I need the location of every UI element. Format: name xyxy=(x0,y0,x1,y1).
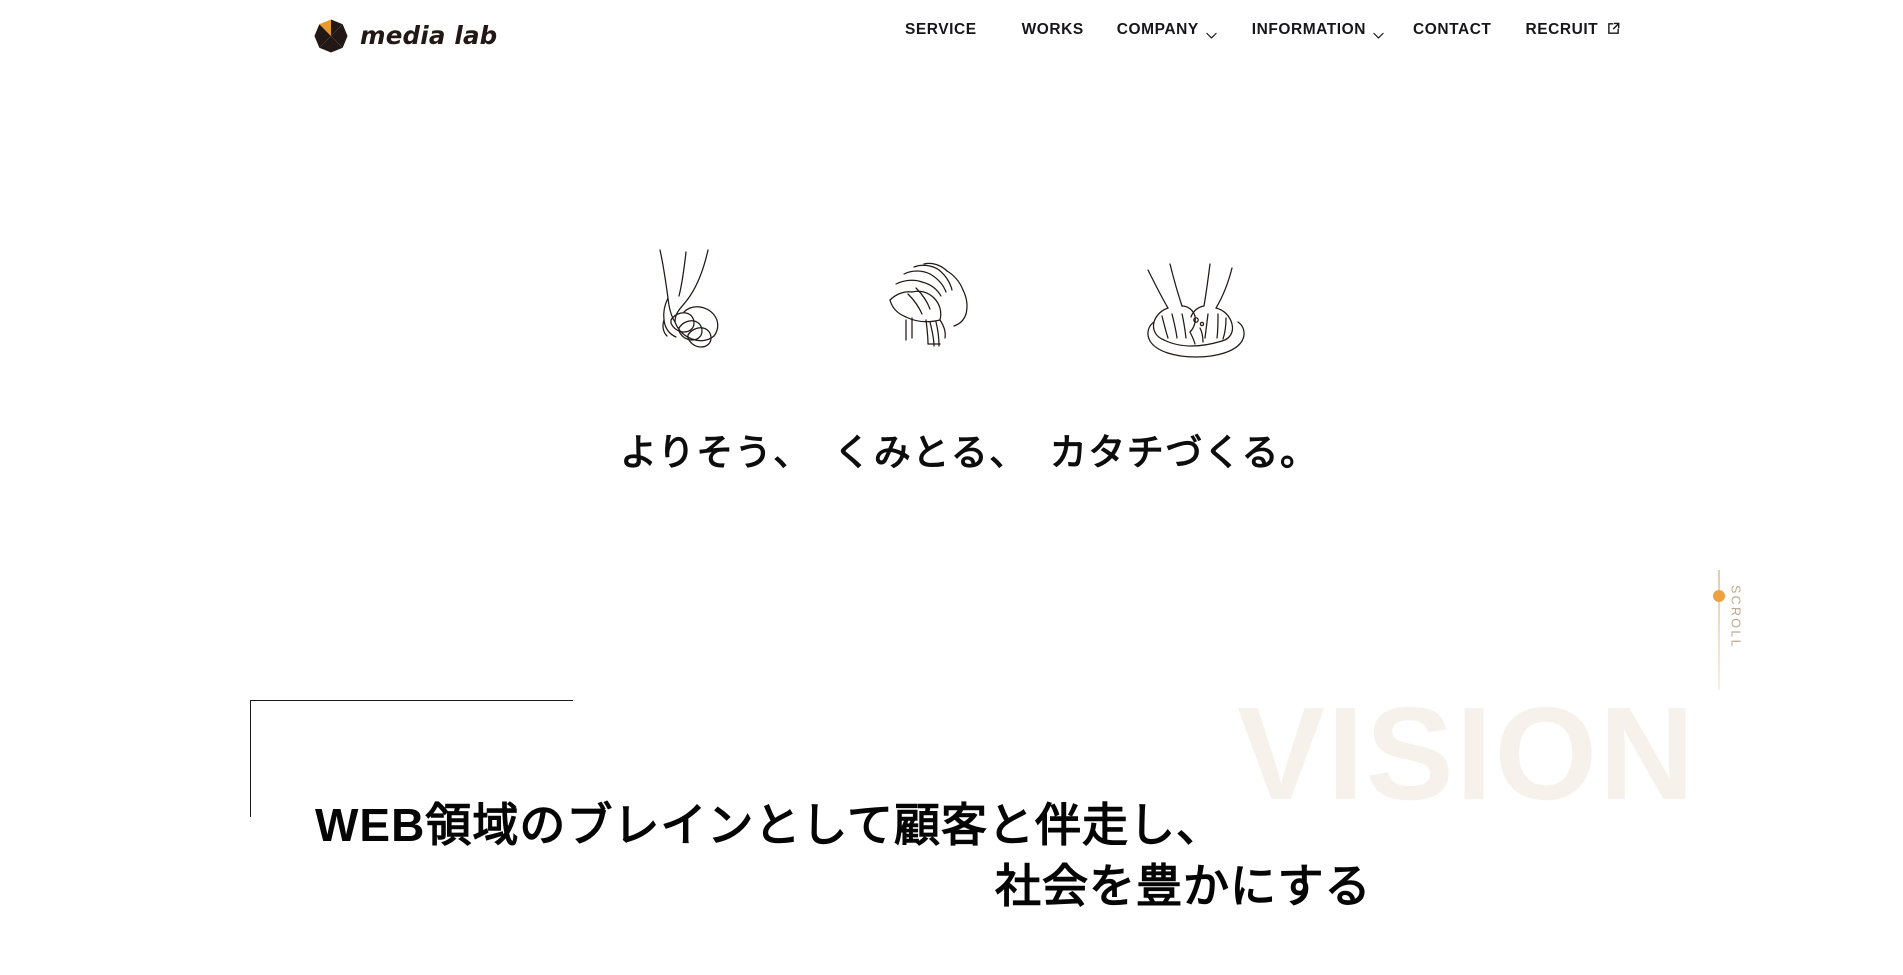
nav-label: CONTACT xyxy=(1412,21,1492,38)
hero-illustration-row xyxy=(620,234,1320,364)
tagline-part-2: くみとる、 xyxy=(833,432,1028,473)
chevron-down-icon[interactable] xyxy=(1373,27,1384,39)
nav-item-information[interactable]: INFORMATION xyxy=(1251,21,1384,39)
scroll-label: SCROLL xyxy=(1728,585,1743,649)
clasped-hands-illustration xyxy=(638,242,758,362)
external-link-icon xyxy=(1607,22,1620,35)
cupped-listening-hands-illustration xyxy=(882,248,1002,368)
vision-heading-line-2: 社会を豊かにする xyxy=(995,859,1372,912)
nav-item-works[interactable]: WORKS xyxy=(1022,22,1084,38)
nav-item-service[interactable]: SERVICE xyxy=(905,22,977,38)
vision-heading-line-1: WEB領域のブレインとして顧客と伴走し、 xyxy=(315,799,1223,851)
primary-navigation: SERVICE WORKS COMPANY INFORMATION CONTAC… xyxy=(905,21,1620,39)
nav-label: RECRUIT xyxy=(1525,21,1599,38)
nav-item-recruit[interactable]: RECRUIT xyxy=(1525,22,1620,38)
vision-section: VISION WEB領域のブレインとして顧客と伴走し、 社会を豊かにする xyxy=(0,640,1903,975)
tagline-part-3: カタチづくる。 xyxy=(1049,432,1319,473)
tagline-part-1: よりそう、 xyxy=(620,432,812,473)
scroll-indicator[interactable]: SCROLL xyxy=(1712,570,1758,700)
scroll-rail xyxy=(1718,570,1720,690)
scroll-dot-icon xyxy=(1713,590,1725,602)
hero-tagline: よりそう、 くみとる、 カタチづくる。 xyxy=(620,429,1340,477)
brand-wordmark: media lab xyxy=(360,20,498,50)
vision-heading: WEB領域のブレインとして顧客と伴走し、 社会を豊かにする xyxy=(315,795,1815,916)
brand-logo-link[interactable]: media lab xyxy=(313,18,497,54)
site-header: media lab SERVICE WORKS COMPANY INFORMAT… xyxy=(0,0,1903,74)
media-lab-pinwheel-icon xyxy=(313,18,349,54)
nav-item-company[interactable]: COMPANY xyxy=(1116,21,1217,39)
nav-label: COMPANY xyxy=(1116,21,1199,38)
nav-item-contact[interactable]: CONTACT xyxy=(1413,22,1491,38)
nav-label: WORKS xyxy=(1021,21,1084,38)
shaping-hands-illustration xyxy=(1138,252,1258,372)
chevron-down-icon[interactable] xyxy=(1206,27,1217,39)
nav-label: SERVICE xyxy=(905,21,977,38)
nav-label: INFORMATION xyxy=(1251,21,1366,38)
hero-section: よりそう、 くみとる、 カタチづくる。 xyxy=(0,74,1903,694)
